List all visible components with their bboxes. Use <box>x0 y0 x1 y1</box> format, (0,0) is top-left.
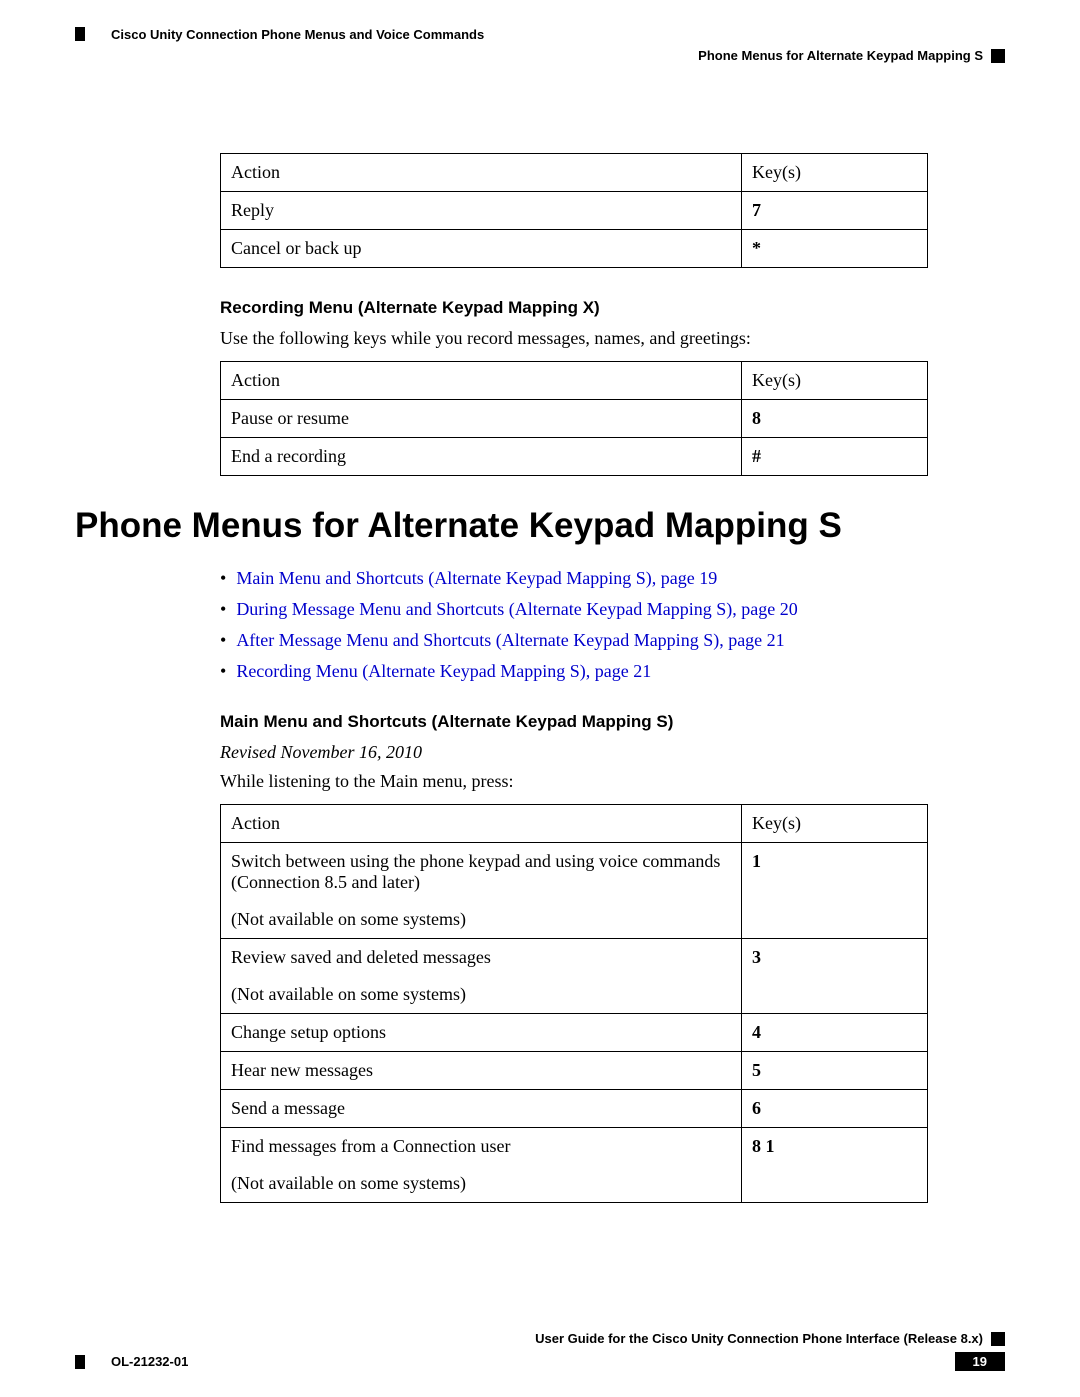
table-row: Reply 7 <box>221 192 928 230</box>
recording-x-intro: Use the following keys while you record … <box>220 328 1005 349</box>
cell-action: Pause or resume <box>221 400 742 438</box>
header-decor-bar <box>75 27 85 41</box>
table-row: Change setup options 4 <box>221 1014 928 1052</box>
cell-keys: 3 <box>742 939 928 1014</box>
table-row: Hear new messages 5 <box>221 1052 928 1090</box>
cell-action: Send a message <box>221 1090 742 1128</box>
col-action-header: Action <box>221 154 742 192</box>
footer-doc-id: OL-21232-01 <box>111 1354 188 1369</box>
cell-action-note: (Not available on some systems) <box>231 984 731 1005</box>
cell-keys: # <box>742 438 928 476</box>
cell-keys: 5 <box>742 1052 928 1090</box>
cell-action: Find messages from a Connection user (No… <box>221 1128 742 1203</box>
col-keys-header: Key(s) <box>742 362 928 400</box>
cell-keys: 8 1 <box>742 1128 928 1203</box>
toc-link[interactable]: During Message Menu and Shortcuts (Alter… <box>236 599 797 619</box>
table-main-menu-s: Action Key(s) Switch between using the p… <box>220 804 928 1203</box>
cell-action-text: Switch between using the phone keypad an… <box>231 851 720 892</box>
main-s-intro: While listening to the Main menu, press: <box>220 771 1005 792</box>
cell-action: End a recording <box>221 438 742 476</box>
cell-keys: 6 <box>742 1090 928 1128</box>
table-row: Cancel or back up * <box>221 230 928 268</box>
cell-action: Cancel or back up <box>221 230 742 268</box>
footer-title: User Guide for the Cisco Unity Connectio… <box>535 1331 983 1346</box>
header-right-text: Phone Menus for Alternate Keypad Mapping… <box>698 48 983 63</box>
cell-keys: 7 <box>742 192 928 230</box>
cell-action-text: Review saved and deleted messages <box>231 947 491 967</box>
cell-action-note: (Not available on some systems) <box>231 1173 731 1194</box>
header-end-square-icon <box>991 49 1005 63</box>
cell-action-note: (Not available on some systems) <box>231 909 731 930</box>
toc-list: Main Menu and Shortcuts (Alternate Keypa… <box>220 568 1005 682</box>
subsection-title-recording-x: Recording Menu (Alternate Keypad Mapping… <box>220 298 1005 318</box>
table-row: Find messages from a Connection user (No… <box>221 1128 928 1203</box>
footer-decor-bar <box>75 1355 85 1369</box>
cell-keys: 4 <box>742 1014 928 1052</box>
cell-action: Hear new messages <box>221 1052 742 1090</box>
table-row: Pause or resume 8 <box>221 400 928 438</box>
col-action-header: Action <box>221 805 742 843</box>
table-recording-x: Action Key(s) Pause or resume 8 End a re… <box>220 361 928 476</box>
cell-action-text: Find messages from a Connection user <box>231 1136 510 1156</box>
cell-keys: 8 <box>742 400 928 438</box>
table-after-message: Action Key(s) Reply 7 Cancel or back up … <box>220 153 928 268</box>
table-row: Review saved and deleted messages (Not a… <box>221 939 928 1014</box>
table-row: Send a message 6 <box>221 1090 928 1128</box>
subsection-title-main-s: Main Menu and Shortcuts (Alternate Keypa… <box>220 712 1005 732</box>
table-row: End a recording # <box>221 438 928 476</box>
cell-action: Switch between using the phone keypad an… <box>221 843 742 939</box>
col-keys-header: Key(s) <box>742 154 928 192</box>
page-number: 19 <box>955 1352 1005 1371</box>
cell-action: Change setup options <box>221 1014 742 1052</box>
cell-keys: * <box>742 230 928 268</box>
col-keys-header: Key(s) <box>742 805 928 843</box>
revised-date: Revised November 16, 2010 <box>220 742 1005 763</box>
section-title-mapping-s: Phone Menus for Alternate Keypad Mapping… <box>75 506 1005 546</box>
table-row: Switch between using the phone keypad an… <box>221 843 928 939</box>
cell-action: Reply <box>221 192 742 230</box>
toc-link[interactable]: After Message Menu and Shortcuts (Altern… <box>236 630 784 650</box>
toc-link[interactable]: Recording Menu (Alternate Keypad Mapping… <box>236 661 651 681</box>
footer-end-square-icon <box>991 1332 1005 1346</box>
header-left-text: Cisco Unity Connection Phone Menus and V… <box>111 27 484 42</box>
toc-link[interactable]: Main Menu and Shortcuts (Alternate Keypa… <box>236 568 717 588</box>
page-footer: User Guide for the Cisco Unity Connectio… <box>75 1331 1005 1371</box>
cell-keys: 1 <box>742 843 928 939</box>
col-action-header: Action <box>221 362 742 400</box>
page-header: Cisco Unity Connection Phone Menus and V… <box>75 26 1005 63</box>
cell-action: Review saved and deleted messages (Not a… <box>221 939 742 1014</box>
